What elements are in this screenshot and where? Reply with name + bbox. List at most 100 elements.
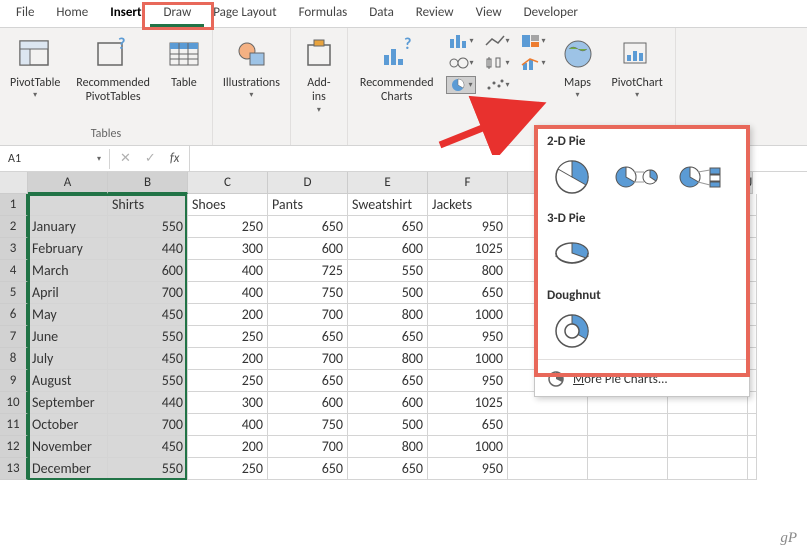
cell[interactable]: 700 bbox=[268, 348, 348, 370]
pivotchart-button[interactable]: PivotChart ▾ bbox=[608, 32, 667, 102]
cell[interactable] bbox=[508, 414, 588, 436]
cell[interactable]: 550 bbox=[108, 326, 188, 348]
col-header-B[interactable]: B bbox=[108, 172, 188, 194]
row-header-9[interactable]: 9 bbox=[0, 370, 28, 392]
cell[interactable]: 300 bbox=[188, 392, 268, 414]
cell[interactable]: 750 bbox=[268, 414, 348, 436]
col-header-F[interactable]: F bbox=[428, 172, 508, 194]
cell[interactable] bbox=[28, 194, 108, 216]
cell[interactable]: September bbox=[28, 392, 108, 414]
cell[interactable]: January bbox=[28, 216, 108, 238]
row-header-3[interactable]: 3 bbox=[0, 238, 28, 260]
scatter-chart-button[interactable]: ▾ bbox=[482, 76, 512, 94]
tab-developer[interactable]: Developer bbox=[513, 0, 589, 27]
cell[interactable]: 550 bbox=[108, 216, 188, 238]
maps-button[interactable]: Maps ▾ bbox=[556, 32, 600, 102]
cell[interactable]: 725 bbox=[268, 260, 348, 282]
cell[interactable]: 700 bbox=[268, 436, 348, 458]
tab-view[interactable]: View bbox=[465, 0, 513, 27]
cell[interactable]: August bbox=[28, 370, 108, 392]
cell[interactable]: 950 bbox=[428, 326, 508, 348]
tab-draw[interactable]: Draw bbox=[153, 0, 203, 27]
tab-file[interactable]: File bbox=[5, 0, 45, 27]
row-header-2[interactable]: 2 bbox=[0, 216, 28, 238]
cell[interactable]: 800 bbox=[348, 304, 428, 326]
cell[interactable]: 550 bbox=[348, 260, 428, 282]
treemap-chart-button[interactable]: ▾ bbox=[518, 32, 548, 50]
cell[interactable]: 650 bbox=[268, 326, 348, 348]
cell[interactable]: 450 bbox=[108, 304, 188, 326]
cell[interactable]: 500 bbox=[348, 282, 428, 304]
select-all-corner[interactable] bbox=[0, 172, 28, 194]
pie-3d-option[interactable] bbox=[547, 234, 597, 274]
cell[interactable]: 600 bbox=[268, 392, 348, 414]
row-header-6[interactable]: 6 bbox=[0, 304, 28, 326]
cell[interactable]: 1000 bbox=[428, 304, 508, 326]
col-header-E[interactable]: E bbox=[348, 172, 428, 194]
row-header-7[interactable]: 7 bbox=[0, 326, 28, 348]
cell[interactable]: 650 bbox=[348, 458, 428, 480]
cell[interactable]: 650 bbox=[348, 216, 428, 238]
cell[interactable]: 250 bbox=[188, 216, 268, 238]
cell[interactable] bbox=[748, 414, 757, 436]
pie-of-pie-option[interactable] bbox=[611, 157, 661, 197]
cell[interactable]: 600 bbox=[268, 238, 348, 260]
cell[interactable]: 400 bbox=[188, 260, 268, 282]
row-header-12[interactable]: 12 bbox=[0, 436, 28, 458]
cell[interactable]: Pants bbox=[268, 194, 348, 216]
col-header-A[interactable]: A bbox=[28, 172, 108, 194]
cell[interactable]: May bbox=[28, 304, 108, 326]
cell[interactable]: 450 bbox=[108, 348, 188, 370]
cell[interactable]: 650 bbox=[268, 370, 348, 392]
col-header-D[interactable]: D bbox=[268, 172, 348, 194]
cell[interactable]: 200 bbox=[188, 304, 268, 326]
fx-icon[interactable]: fx bbox=[170, 151, 180, 166]
cell[interactable]: 650 bbox=[268, 216, 348, 238]
cell[interactable]: 440 bbox=[108, 238, 188, 260]
cell[interactable]: 800 bbox=[348, 436, 428, 458]
cell[interactable]: March bbox=[28, 260, 108, 282]
cell[interactable]: 500 bbox=[348, 414, 428, 436]
recommended-charts-button[interactable]: ? Recommended Charts bbox=[356, 32, 438, 107]
row-header-13[interactable]: 13 bbox=[0, 458, 28, 480]
cell[interactable]: 250 bbox=[188, 326, 268, 348]
cell[interactable]: 400 bbox=[188, 414, 268, 436]
cell[interactable]: 650 bbox=[268, 458, 348, 480]
cell[interactable] bbox=[748, 458, 757, 480]
cell[interactable]: 550 bbox=[108, 370, 188, 392]
line-chart-button[interactable]: ▾ bbox=[482, 32, 512, 50]
illustrations-button[interactable]: Illustrations ▾ bbox=[219, 32, 284, 102]
cell[interactable]: 1025 bbox=[428, 238, 508, 260]
cell[interactable] bbox=[668, 436, 748, 458]
cell[interactable]: Shoes bbox=[188, 194, 268, 216]
cell[interactable]: 250 bbox=[188, 370, 268, 392]
recommended-pivot-button[interactable]: ? Recommended PivotTables bbox=[72, 32, 154, 107]
cell[interactable]: February bbox=[28, 238, 108, 260]
cell[interactable]: 700 bbox=[108, 414, 188, 436]
col-header-C[interactable]: C bbox=[188, 172, 268, 194]
cell[interactable]: 950 bbox=[428, 216, 508, 238]
cell[interactable]: November bbox=[28, 436, 108, 458]
cell[interactable]: October bbox=[28, 414, 108, 436]
cell[interactable]: 1000 bbox=[428, 436, 508, 458]
cell[interactable]: 300 bbox=[188, 238, 268, 260]
cell[interactable]: Sweatshirt bbox=[348, 194, 428, 216]
cell[interactable]: 1025 bbox=[428, 392, 508, 414]
bar-of-pie-option[interactable] bbox=[675, 157, 725, 197]
tab-data[interactable]: Data bbox=[358, 0, 405, 27]
name-box[interactable]: A1 ▾ bbox=[0, 149, 110, 169]
cell[interactable]: 800 bbox=[348, 348, 428, 370]
cell[interactable]: 250 bbox=[188, 458, 268, 480]
cell[interactable]: 600 bbox=[348, 238, 428, 260]
cell[interactable]: 1000 bbox=[428, 348, 508, 370]
cell[interactable] bbox=[748, 436, 757, 458]
more-pie-charts[interactable]: MMore Pie Charts...ore Pie Charts... bbox=[535, 362, 749, 396]
cell[interactable]: 950 bbox=[428, 458, 508, 480]
cell[interactable]: April bbox=[28, 282, 108, 304]
cell[interactable]: 440 bbox=[108, 392, 188, 414]
addins-button[interactable]: Add- ins ▾ bbox=[297, 32, 341, 117]
cell[interactable]: 550 bbox=[108, 458, 188, 480]
cell[interactable]: July bbox=[28, 348, 108, 370]
row-header-10[interactable]: 10 bbox=[0, 392, 28, 414]
cell[interactable]: 400 bbox=[188, 282, 268, 304]
